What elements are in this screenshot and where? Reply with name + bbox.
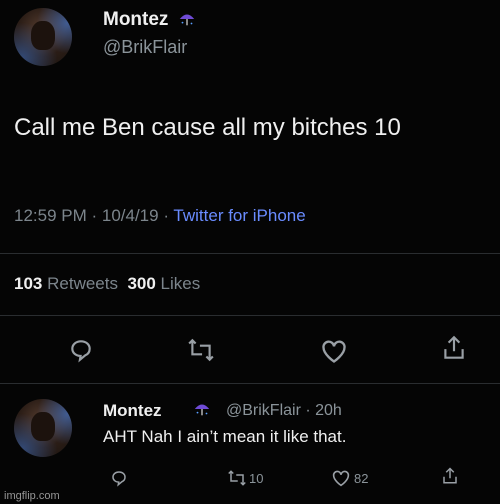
meta-separator: · bbox=[86, 206, 102, 225]
reply-like-count: 82 bbox=[354, 471, 369, 486]
reply-handle-time[interactable]: @BrikFlair · 20h bbox=[226, 402, 342, 420]
author-name[interactable]: Montez bbox=[103, 9, 168, 31]
retweets-count[interactable]: 103 bbox=[14, 274, 42, 293]
like-button[interactable] bbox=[320, 338, 348, 364]
like-icon bbox=[322, 340, 346, 363]
share-icon bbox=[443, 467, 457, 484]
umbrella-emoji-icon bbox=[179, 14, 195, 26]
reply-retweet-button[interactable] bbox=[227, 469, 247, 487]
reply-retweet-count: 10 bbox=[249, 471, 264, 486]
tweet-time: 12:59 PM bbox=[14, 206, 87, 225]
reply-share-button[interactable] bbox=[441, 466, 459, 486]
umbrella-emoji-icon bbox=[194, 404, 210, 416]
tweet-text: Call me Ben cause all my bitches 10 bbox=[14, 114, 401, 141]
avatar[interactable] bbox=[14, 8, 72, 66]
watermark: imgflip.com bbox=[4, 490, 60, 502]
reply-icon bbox=[71, 340, 91, 363]
reply-author-name[interactable]: Montez bbox=[103, 401, 162, 421]
reply-text: AHT Nah I ain’t mean it like that. bbox=[103, 427, 347, 446]
reply-button[interactable] bbox=[68, 337, 94, 363]
tweet-meta: 12:59 PM · 10/4/19 · Twitter for iPhone bbox=[14, 206, 306, 226]
reply-icon bbox=[112, 471, 126, 487]
likes-count[interactable]: 300 bbox=[127, 274, 155, 293]
like-icon bbox=[332, 470, 350, 487]
share-icon bbox=[444, 335, 464, 359]
divider bbox=[0, 315, 500, 316]
retweet-icon bbox=[188, 338, 214, 362]
retweets-label[interactable]: Retweets bbox=[47, 274, 118, 293]
retweet-icon bbox=[228, 470, 246, 486]
meta-separator: · bbox=[158, 206, 174, 225]
divider bbox=[0, 253, 500, 254]
reply-like-button[interactable] bbox=[331, 469, 351, 487]
reply-reply-button[interactable] bbox=[110, 469, 128, 487]
divider bbox=[0, 383, 500, 384]
share-button[interactable] bbox=[441, 334, 467, 362]
reply-avatar[interactable] bbox=[14, 399, 72, 457]
tweet-date: 10/4/19 bbox=[101, 206, 159, 225]
likes-label[interactable]: Likes bbox=[161, 274, 201, 293]
tweet-stats: 103 Retweets 300 Likes bbox=[14, 274, 200, 294]
tweet-source[interactable]: Twitter for iPhone bbox=[173, 206, 305, 225]
author-handle[interactable]: @BrikFlair bbox=[103, 37, 187, 58]
retweet-button[interactable] bbox=[187, 337, 215, 363]
